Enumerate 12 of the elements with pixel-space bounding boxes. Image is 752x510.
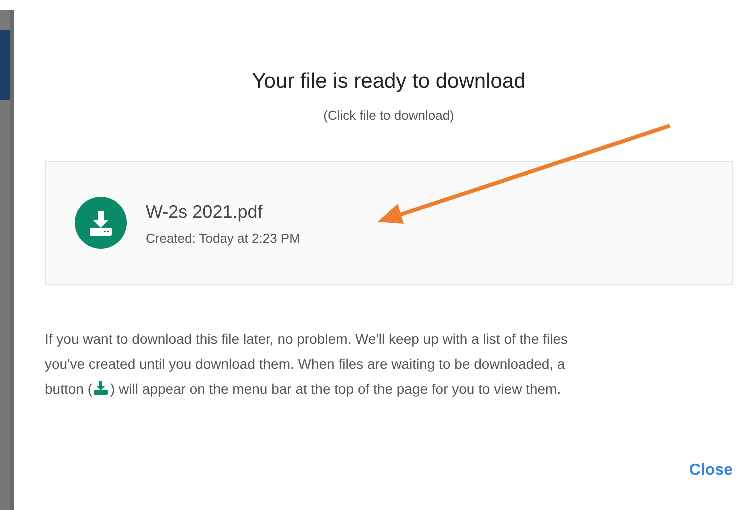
download-icon bbox=[75, 197, 127, 249]
message-text: button ( bbox=[45, 381, 92, 397]
close-button[interactable]: Close bbox=[689, 458, 733, 484]
file-card[interactable]: W-2s 2021.pdf Created: Today at 2:23 PM bbox=[45, 161, 733, 285]
message-text: ) will appear on the menu bar at the top of the page for you to view them. bbox=[110, 381, 562, 397]
dialog-subtitle: (Click file to download) bbox=[322, 108, 456, 123]
message-text: If you want to download this file later, no problem. We'll keep up with a list of the files bbox=[45, 330, 568, 349]
download-icon bbox=[92, 380, 110, 396]
message-text: you've created until you download them. When files are waiting to be downloaded, a bbox=[45, 355, 566, 374]
file-name: W-2s 2021.pdf bbox=[146, 202, 264, 223]
dialog-title: Your file is ready to download bbox=[251, 70, 527, 94]
file-created-date: Created: Today at 2:23 PM bbox=[146, 231, 300, 246]
